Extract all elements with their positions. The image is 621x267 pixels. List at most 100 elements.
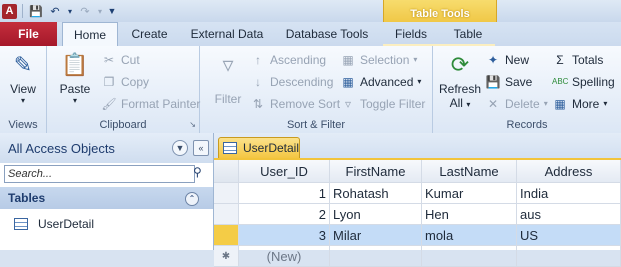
more-button[interactable]: ▦ More ▾ bbox=[552, 94, 607, 114]
column-header[interactable]: User_ID bbox=[238, 160, 330, 183]
clipboard-launcher-icon[interactable]: ↘ bbox=[189, 120, 196, 129]
sort-ascending-icon: ↑ bbox=[255, 53, 261, 67]
document-area: UserDetail User_ID FirstName LastName Ad… bbox=[214, 133, 621, 267]
cell-lastname[interactable]: mola bbox=[421, 224, 517, 246]
document-tab-bar: UserDetail bbox=[214, 133, 621, 160]
descending-button[interactable]: ↓ Descending bbox=[250, 72, 333, 92]
tab-file[interactable]: File bbox=[0, 22, 57, 46]
copy-button[interactable]: ❐ Copy bbox=[101, 72, 149, 92]
refresh-dropdown-icon: ▾ bbox=[466, 100, 471, 109]
save-record-icon: 💾 bbox=[485, 75, 501, 89]
table-row[interactable]: 1 Rohatash Kumar India bbox=[214, 182, 621, 204]
cut-button[interactable]: ✂ Cut bbox=[101, 50, 140, 70]
delete-record-button[interactable]: ✕ Delete ▾ bbox=[485, 94, 548, 114]
tab-create[interactable]: Create bbox=[122, 22, 177, 46]
cell-address[interactable]: aus bbox=[516, 203, 621, 225]
access-logo-icon[interactable]: A bbox=[2, 3, 17, 19]
cell-address[interactable] bbox=[516, 245, 621, 267]
format-painter-label: Format Painter bbox=[121, 97, 201, 111]
tab-fields[interactable]: Fields bbox=[388, 22, 434, 46]
nav-group-tables[interactable]: Tables ⌃ bbox=[0, 187, 213, 209]
undo-icon[interactable]: ↶ bbox=[47, 3, 63, 19]
delete-icon: ✕ bbox=[487, 97, 499, 111]
refresh-all-label: All bbox=[449, 96, 463, 110]
format-painter-button[interactable]: 🖌 Format Painter bbox=[101, 94, 200, 114]
column-header[interactable]: Address bbox=[516, 160, 621, 183]
row-selector[interactable] bbox=[214, 203, 239, 225]
toggle-filter-button[interactable]: ▿ Toggle Filter bbox=[340, 94, 425, 114]
cell-lastname[interactable]: Hen bbox=[421, 203, 517, 225]
redo-dropdown-icon[interactable]: ▾ bbox=[96, 3, 104, 19]
tab-external-data[interactable]: External Data bbox=[183, 22, 271, 46]
column-header[interactable]: LastName bbox=[421, 160, 517, 183]
redo-icon[interactable]: ↷ bbox=[77, 3, 93, 19]
table-row-current[interactable]: 3 Milar mola US bbox=[214, 224, 621, 246]
view-label: View bbox=[10, 82, 36, 96]
paste-dropdown-icon: ▾ bbox=[72, 96, 77, 105]
cell-firstname[interactable]: Lyon bbox=[329, 203, 422, 225]
paste-button[interactable]: 📋 Paste ▾ bbox=[57, 50, 93, 105]
column-header[interactable]: FirstName bbox=[329, 160, 422, 183]
ascending-button[interactable]: ↑ Ascending bbox=[250, 50, 326, 70]
tab-home[interactable]: Home bbox=[62, 22, 118, 48]
totals-label: Totals bbox=[572, 53, 604, 67]
view-icon: ✎ bbox=[13, 52, 33, 77]
quick-access-toolbar: A 💾 ↶ ▾ ↷ ▾ ▼ bbox=[2, 2, 117, 20]
tab-table[interactable]: Table bbox=[445, 22, 491, 46]
group-clipboard: 📋 Paste ▾ ✂ Cut ❐ Copy 🖌 Format Painter … bbox=[47, 46, 200, 133]
new-record-row[interactable]: ✱ (New) bbox=[214, 245, 621, 267]
filter-button[interactable]: ▿ Filter bbox=[208, 50, 248, 106]
cell-firstname[interactable]: Milar bbox=[329, 224, 422, 246]
nav-header[interactable]: All Access Objects ▼ « bbox=[0, 133, 213, 163]
new-row-label[interactable]: (New) bbox=[238, 245, 330, 267]
save-icon[interactable]: 💾 bbox=[28, 3, 44, 19]
undo-dropdown-icon[interactable]: ▾ bbox=[66, 3, 74, 19]
remove-sort-button[interactable]: ⇅ Remove Sort bbox=[250, 94, 340, 114]
view-dropdown-icon: ▾ bbox=[20, 96, 25, 105]
delete-label: Delete bbox=[505, 97, 540, 111]
totals-icon: Σ bbox=[556, 53, 564, 67]
cell-address[interactable]: US bbox=[516, 224, 621, 246]
shutter-bar-close-icon[interactable]: « bbox=[193, 140, 209, 156]
table-row[interactable]: 2 Lyon Hen aus bbox=[214, 203, 621, 225]
descending-label: Descending bbox=[270, 75, 334, 89]
cell-lastname[interactable] bbox=[421, 245, 517, 267]
header-row: User_ID FirstName LastName Address bbox=[214, 160, 621, 183]
spelling-button[interactable]: ABC Spelling bbox=[552, 72, 615, 92]
selection-button[interactable]: ▦ Selection ▾ bbox=[340, 50, 417, 70]
nav-search-input[interactable]: Search... bbox=[4, 165, 195, 183]
row-selector-current[interactable] bbox=[214, 224, 239, 246]
tab-database-tools[interactable]: Database Tools bbox=[279, 22, 375, 46]
row-selector[interactable] bbox=[214, 182, 239, 204]
cell-user-id[interactable]: 2 bbox=[238, 203, 330, 225]
new-record-button[interactable]: ✦ New bbox=[485, 50, 529, 70]
customize-qat-icon[interactable]: ▼ bbox=[107, 3, 117, 19]
advanced-button[interactable]: ▦ Advanced ▾ bbox=[340, 72, 421, 92]
cell-firstname[interactable]: Rohatash bbox=[329, 182, 422, 204]
nav-item-userdetail[interactable]: UserDetail bbox=[14, 217, 94, 231]
sort-descending-icon: ↓ bbox=[255, 75, 261, 89]
paste-label: Paste bbox=[59, 82, 91, 96]
save-record-button[interactable]: 💾 Save bbox=[485, 72, 533, 92]
spelling-label: Spelling bbox=[572, 75, 615, 89]
nav-menu-dropdown-icon[interactable]: ▼ bbox=[172, 140, 188, 156]
advanced-filter-icon: ▦ bbox=[342, 75, 354, 89]
cell-firstname[interactable] bbox=[329, 245, 422, 267]
collapse-group-icon[interactable]: ⌃ bbox=[185, 192, 199, 206]
cell-user-id[interactable]: 1 bbox=[238, 182, 330, 204]
new-row-marker-icon[interactable]: ✱ bbox=[214, 245, 239, 267]
totals-button[interactable]: Σ Totals bbox=[552, 50, 603, 70]
cut-label: Cut bbox=[121, 53, 140, 67]
doc-tab-userdetail[interactable]: UserDetail bbox=[218, 137, 300, 158]
search-icon[interactable]: ⚲ bbox=[193, 165, 209, 183]
select-all-corner[interactable] bbox=[214, 160, 239, 183]
clipboard-group-label: Clipboard bbox=[99, 119, 147, 131]
view-button[interactable]: ✎ View ▾ bbox=[6, 50, 40, 105]
records-group-label: Records bbox=[506, 119, 548, 131]
advanced-dropdown-icon: ▾ bbox=[417, 77, 422, 86]
nav-header-title: All Access Objects bbox=[8, 140, 115, 156]
cell-lastname[interactable]: Kumar bbox=[421, 182, 517, 204]
cell-user-id[interactable]: 3 bbox=[238, 224, 330, 246]
refresh-all-button[interactable]: ⟳ Refresh All ▾ bbox=[437, 50, 483, 110]
cell-address[interactable]: India bbox=[516, 182, 621, 204]
